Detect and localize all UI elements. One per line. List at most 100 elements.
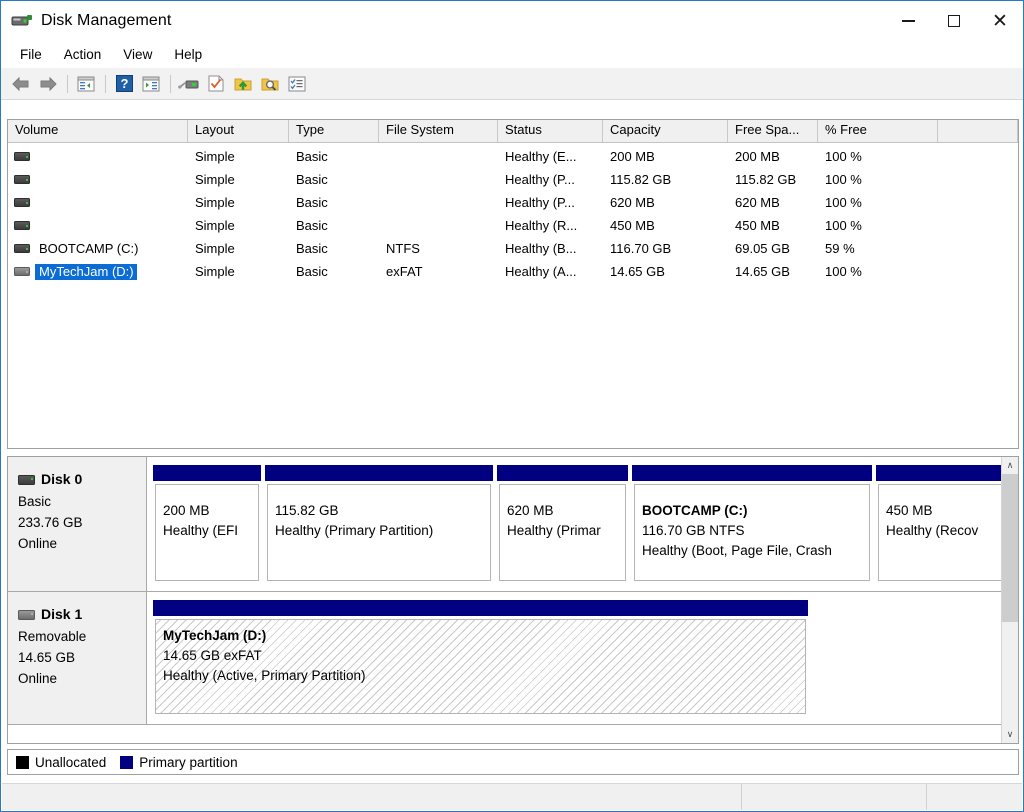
cell-status: Healthy (P...	[505, 195, 575, 210]
close-button[interactable]: ✕	[977, 1, 1023, 41]
partition-size: 620 MB	[507, 503, 554, 518]
disk-row: Disk 0 Basic 233.76 GB Online 200 MB Healthy …	[8, 457, 1001, 592]
partition-status: Healthy (Active, Primary Partition)	[163, 668, 366, 683]
show-hide-action-pane-button[interactable]	[138, 72, 164, 96]
partition-details: 200 MB Healthy (EFI	[155, 484, 259, 581]
menu-item-action[interactable]: Action	[53, 44, 113, 65]
graphical-view-scrollbar[interactable]: ∧ ∨	[1001, 457, 1018, 743]
back-button[interactable]	[8, 72, 34, 96]
disk-info-panel[interactable]: Disk 1 Removable 14.65 GB Online	[8, 592, 147, 724]
column-header-status[interactable]: Status	[498, 120, 603, 142]
partition-block[interactable]: BOOTCAMP (C:) 116.70 GB NTFS Healthy (Boot…	[632, 465, 872, 581]
disk-partitions: 200 MB Healthy (EFI 115.82 GB Healthy (Prim…	[147, 457, 1001, 591]
export-list-button[interactable]	[230, 72, 256, 96]
table-row[interactable]: Simple Basic Healthy (R... 450 MB 450 MB 100 …	[8, 214, 1018, 237]
column-header-capacity[interactable]: Capacity	[603, 120, 728, 142]
disk-management-icon	[11, 13, 33, 29]
legend-label: Primary partition	[139, 754, 238, 770]
find-button[interactable]	[257, 72, 283, 96]
table-row[interactable]: Simple Basic Healthy (P... 620 MB 620 MB 100 …	[8, 191, 1018, 214]
disk-row: Disk 1 Removable 14.65 GB Online MyTechJam (…	[8, 592, 1001, 725]
scroll-up-button[interactable]: ∧	[1002, 457, 1018, 474]
rescan-disks-button[interactable]	[176, 72, 202, 96]
cell-type: Basic	[296, 149, 328, 164]
cell-capacity: 14.65 GB	[610, 264, 665, 279]
maximize-button[interactable]	[931, 1, 977, 41]
statusbar	[2, 783, 1022, 810]
forward-arrow-icon	[40, 76, 57, 91]
volume-name[interactable]: MyTechJam (D:)	[35, 263, 137, 280]
fixed-drive-icon	[18, 474, 35, 485]
disk-type: Basic	[18, 494, 52, 509]
column-header-free[interactable]: % Free	[818, 120, 938, 142]
cell-capacity: 450 MB	[610, 218, 655, 233]
partition-block[interactable]: 620 MB Healthy (Primar	[497, 465, 628, 581]
partition-size: 115.82 GB	[275, 503, 339, 518]
table-row[interactable]: MyTechJam (D:) Simple Basic exFAT Healthy (A…	[8, 260, 1018, 283]
partition-details: 620 MB Healthy (Primar	[499, 484, 626, 581]
legend-swatch	[16, 755, 29, 769]
show-hide-console-tree-button[interactable]	[73, 72, 99, 96]
partition-block[interactable]: 115.82 GB Healthy (Primary Partition)	[265, 465, 493, 581]
cell-file-system	[379, 168, 498, 191]
minimize-button[interactable]	[885, 1, 931, 41]
status-cell-main	[2, 784, 742, 810]
menu-item-file[interactable]: File	[9, 44, 53, 65]
cell-volume: MyTechJam (D:)	[8, 260, 188, 283]
volume-name[interactable]: BOOTCAMP (C:)	[35, 241, 141, 257]
column-header-type[interactable]: Type	[289, 120, 379, 142]
cell-volume	[8, 191, 188, 214]
table-row[interactable]: BOOTCAMP (C:) Simple Basic NTFS Healthy (B..…	[8, 237, 1018, 260]
menu-item-view[interactable]: View	[112, 44, 163, 65]
fixed-drive-icon	[14, 221, 30, 230]
checklist-icon	[288, 76, 306, 91]
partition-block[interactable]: MyTechJam (D:) 14.65 GB exFAT Healthy (Act…	[153, 600, 808, 714]
partition-size: 116.70 GB NTFS	[642, 523, 745, 538]
cell-layout: Simple	[195, 195, 235, 210]
cell-file-system	[379, 214, 498, 237]
scrollbar-track[interactable]	[1002, 474, 1018, 726]
partition-size: 200 MB	[163, 503, 210, 518]
status-cell-tertiary	[927, 784, 1022, 810]
disk-title: Disk 0	[18, 469, 146, 490]
partition-block[interactable]: 200 MB Healthy (EFI	[153, 465, 261, 581]
scrollbar-thumb[interactable]	[1002, 474, 1018, 622]
cell-file-system: exFAT	[386, 264, 423, 279]
disk-partitions: MyTechJam (D:) 14.65 GB exFAT Healthy (Act…	[147, 592, 1001, 724]
titlebar: Disk Management ✕	[1, 1, 1023, 41]
forward-button[interactable]	[35, 72, 61, 96]
cell-volume	[8, 145, 188, 168]
volume-list-rows: Simple Basic Healthy (E... 200 MB 200 MB 100 …	[8, 143, 1018, 283]
column-header-free-spa[interactable]: Free Spa...	[728, 120, 818, 142]
partition-details: 115.82 GB Healthy (Primary Partition)	[267, 484, 491, 581]
cell-layout: Simple	[195, 149, 235, 164]
column-header-blank[interactable]	[938, 120, 1018, 142]
table-row[interactable]: Simple Basic Healthy (P... 115.82 GB 115.82 …	[8, 168, 1018, 191]
disk-state: Online	[18, 536, 58, 551]
cell-type: Basic	[296, 264, 328, 279]
column-header-layout[interactable]: Layout	[188, 120, 289, 142]
cell-type: Basic	[296, 172, 328, 187]
partition-details: 450 MB Healthy (Recov	[878, 484, 1001, 581]
cell-blank	[938, 191, 1018, 214]
legend-label: Unallocated	[35, 754, 107, 770]
partition-title: BOOTCAMP (C:)	[642, 503, 748, 518]
removable-drive-icon	[18, 609, 35, 620]
disk-info-panel[interactable]: Disk 0 Basic 233.76 GB Online	[8, 457, 147, 591]
properties-button[interactable]	[203, 72, 229, 96]
partition-size: 450 MB	[886, 503, 933, 518]
view-options-button[interactable]	[284, 72, 310, 96]
fixed-drive-icon	[14, 175, 30, 184]
cell-status: Healthy (B...	[505, 241, 577, 256]
legend-swatch	[120, 755, 134, 769]
cell-type: Basic	[296, 241, 328, 256]
partition-block[interactable]: 450 MB Healthy (Recov	[876, 465, 1001, 581]
column-header-file-system[interactable]: File System	[379, 120, 498, 142]
cell-percent-free: 100 %	[825, 195, 862, 210]
table-row[interactable]: Simple Basic Healthy (E... 200 MB 200 MB 100 …	[8, 145, 1018, 168]
scroll-down-button[interactable]: ∨	[1002, 726, 1018, 743]
volume-list-pane: Volume Layout Type File System Status Capacit…	[7, 119, 1019, 449]
column-header-volume[interactable]: Volume	[8, 120, 188, 142]
help-button[interactable]: ?	[111, 72, 137, 96]
menu-item-help[interactable]: Help	[163, 44, 213, 65]
